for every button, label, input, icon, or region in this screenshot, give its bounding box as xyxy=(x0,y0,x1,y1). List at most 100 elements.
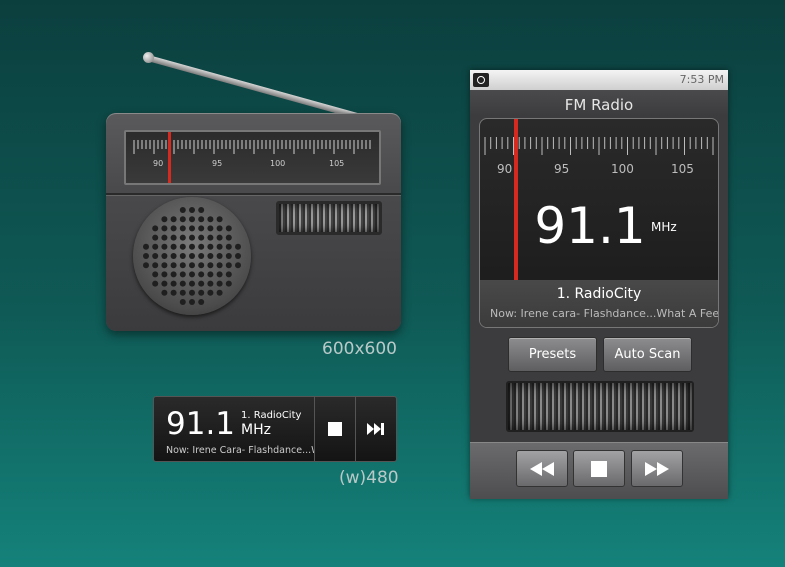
speaker-hole xyxy=(225,243,232,250)
speaker-hole xyxy=(216,289,223,296)
speaker-hole xyxy=(198,225,205,232)
speaker-hole xyxy=(198,216,205,223)
rewind-icon xyxy=(530,461,554,476)
speaker-hole xyxy=(225,234,232,241)
speaker-hole xyxy=(152,262,159,269)
speaker-hole xyxy=(207,234,214,241)
speaker-hole xyxy=(225,280,232,287)
speaker-hole xyxy=(161,262,168,269)
speaker-hole xyxy=(179,253,186,259)
tuner-panel[interactable]: 90 95 100 105 91.1 MHz 1. RadioCity Now:… xyxy=(479,118,719,328)
widget-station: 1. RadioCity xyxy=(241,410,302,421)
speaker-hole xyxy=(161,280,168,287)
stop-icon xyxy=(591,460,607,477)
dial-tick-label: 95 xyxy=(554,162,569,176)
speaker-hole xyxy=(179,280,186,287)
title-bar: FM Radio xyxy=(470,90,728,116)
speaker-hole xyxy=(225,253,232,259)
tuning-wheel[interactable] xyxy=(506,381,694,432)
speaker-hole xyxy=(216,225,223,232)
divider xyxy=(106,193,401,196)
dial-tick-label: 100 xyxy=(611,162,634,176)
presets-button[interactable]: Presets xyxy=(508,337,597,372)
speaker-hole xyxy=(235,243,241,250)
speaker-hole xyxy=(189,243,195,250)
speaker-hole xyxy=(161,289,168,296)
speaker-hole xyxy=(216,243,223,250)
auto-scan-button[interactable]: Auto Scan xyxy=(603,337,692,372)
speaker-hole xyxy=(170,262,177,269)
speaker-hole xyxy=(161,216,168,223)
speaker-hole xyxy=(179,243,186,250)
speaker-hole xyxy=(170,289,177,296)
fast-forward-button[interactable] xyxy=(631,450,683,487)
speaker-hole xyxy=(198,262,205,269)
speaker-hole xyxy=(179,271,186,278)
speaker-hole xyxy=(198,280,205,287)
speaker-hole xyxy=(143,262,149,269)
station-info: 1. RadioCity Now: Irene cara- Flashdance… xyxy=(480,280,718,327)
speaker-hole xyxy=(225,262,232,269)
speaker-hole xyxy=(179,289,186,296)
song-title: Now: Irene cara- Flashdance...What A Fee… xyxy=(490,307,718,320)
icon-size-caption: 600x600 xyxy=(322,339,397,359)
radio-dial: 90 95 100 105 xyxy=(124,130,381,185)
widget-frequency: 91.1 xyxy=(166,406,236,442)
radio-widget[interactable]: 91.1 1. RadioCity MHz Now: Irene Cara- F… xyxy=(153,396,397,462)
antenna-tip xyxy=(143,52,154,63)
speaker-hole xyxy=(207,253,214,259)
speaker-hole xyxy=(161,225,168,232)
speaker-hole xyxy=(161,243,168,250)
speaker-hole xyxy=(207,271,214,278)
dial-tick-label: 90 xyxy=(153,159,163,168)
speaker-hole xyxy=(179,216,186,223)
speaker-hole xyxy=(189,271,195,278)
speaker-hole xyxy=(198,271,205,278)
dial-tick-label: 100 xyxy=(270,159,285,168)
antenna xyxy=(147,55,369,122)
speaker-hole xyxy=(189,280,195,287)
widget-size-caption: (w)480 xyxy=(339,468,399,488)
speaker-hole xyxy=(152,253,159,259)
speaker-hole xyxy=(198,207,205,213)
frequency-unit: MHz xyxy=(651,220,677,234)
speaker-hole xyxy=(207,243,214,250)
dial-tick-label: 105 xyxy=(329,159,344,168)
speaker-hole xyxy=(179,299,186,305)
speaker-hole xyxy=(170,216,177,223)
speaker-hole xyxy=(198,289,205,296)
dial-tick-label: 90 xyxy=(497,162,512,176)
speaker-hole xyxy=(216,234,223,241)
speaker-hole xyxy=(189,262,195,269)
speaker-hole xyxy=(207,289,214,296)
speaker-hole xyxy=(152,280,159,287)
dial-needle xyxy=(168,132,171,183)
speaker-hole xyxy=(161,253,168,259)
speaker-hole xyxy=(189,289,195,296)
speaker-hole xyxy=(152,234,159,241)
phone-screen: 7:53 PM FM Radio 90 95 100 105 91.1 MHz … xyxy=(470,70,728,499)
speaker-hole xyxy=(179,234,186,241)
dial-tick-label: 105 xyxy=(671,162,694,176)
speaker-hole xyxy=(189,225,195,232)
stop-button[interactable] xyxy=(573,450,625,487)
speaker-hole xyxy=(216,280,223,287)
speaker-hole xyxy=(189,234,195,241)
playback-controls xyxy=(470,442,728,499)
speaker-hole xyxy=(216,253,223,259)
widget-stop-button[interactable] xyxy=(315,397,355,461)
widget-unit: MHz xyxy=(241,422,271,438)
speaker-hole xyxy=(161,234,168,241)
speaker-hole xyxy=(235,253,241,259)
speaker-hole xyxy=(179,262,186,269)
speaker-hole xyxy=(170,271,177,278)
speaker-hole xyxy=(170,234,177,241)
stop-icon xyxy=(328,422,342,436)
speaker-hole xyxy=(189,216,195,223)
widget-next-button[interactable] xyxy=(356,397,396,461)
speaker-hole xyxy=(198,253,205,259)
speaker-hole xyxy=(198,243,205,250)
status-bar: 7:53 PM xyxy=(470,70,728,90)
speaker-hole xyxy=(225,225,232,232)
rewind-button[interactable] xyxy=(516,450,568,487)
